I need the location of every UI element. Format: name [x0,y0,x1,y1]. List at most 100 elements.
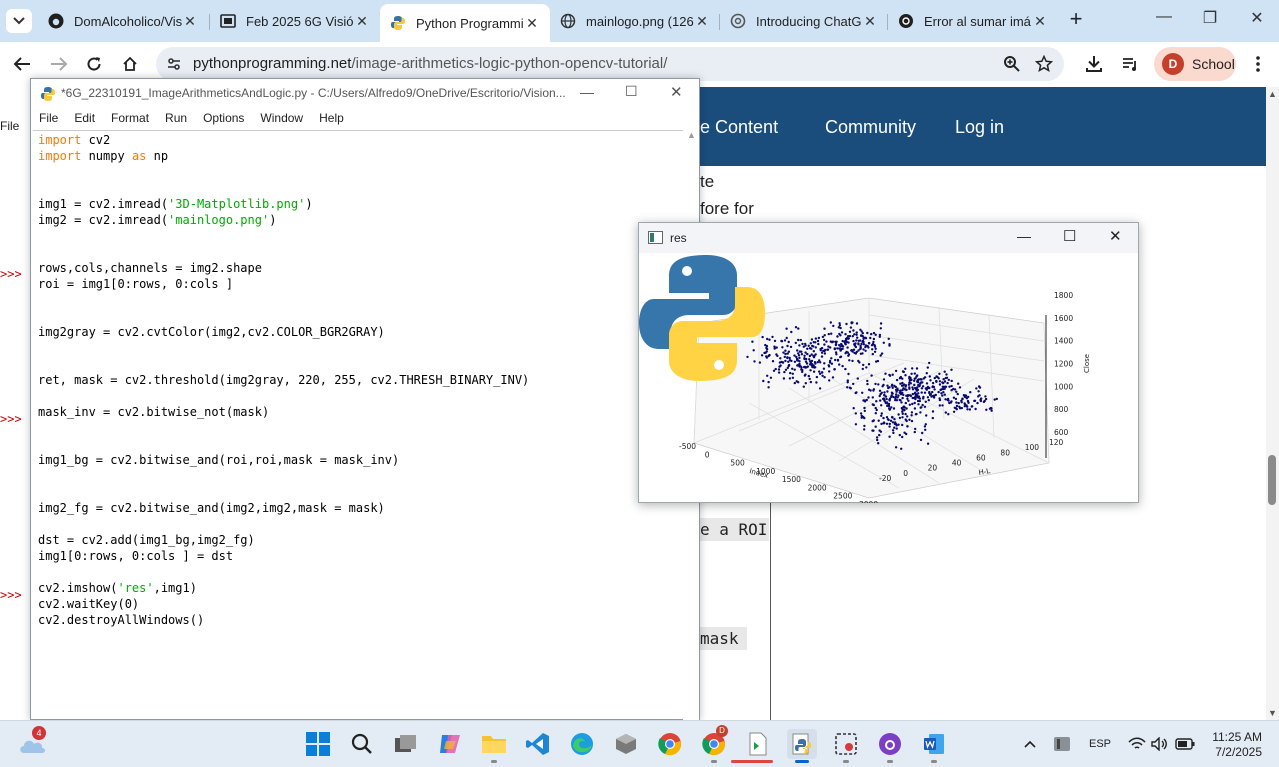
scatter-point [920,387,924,390]
word-icon [924,734,944,754]
home-button[interactable] [117,52,143,76]
back-button[interactable] [9,52,35,76]
res-title-bar[interactable]: res — ☐ ✕ [639,223,1138,253]
scatter-point [941,404,944,407]
scatter-point [796,349,799,352]
scatter-point [800,350,803,353]
y-tick-label: -20 [879,474,891,483]
code-editor[interactable]: import cv2 import numpy as np img1 = cv2… [33,130,683,720]
tab-slides[interactable]: Feb 2025 6G Visión ✕ [210,6,380,36]
menu-help[interactable]: Help [311,109,352,129]
virtualbox-button[interactable] [611,729,641,759]
close-icon[interactable]: ✕ [354,13,370,30]
address-bar[interactable]: pythonprogramming.net/image-arithmetics-… [156,47,1064,81]
browser-menu-button[interactable] [1245,52,1271,76]
scatter-point [766,374,769,377]
url-text[interactable]: pythonprogramming.net/image-arithmetics-… [193,55,667,72]
maximize-button[interactable]: ☐ [1063,227,1076,245]
nav-link-content[interactable]: he Content [690,117,778,138]
copilot-button[interactable] [435,729,465,759]
wifi-status[interactable] [1124,729,1150,759]
scroll-up-icon[interactable]: ▲ [687,130,696,140]
page-scrollbar[interactable]: ▲ ▼ [1266,87,1279,720]
scatter-point [772,369,776,372]
show-hidden-icons-button[interactable] [1015,729,1045,759]
github-desktop-button[interactable] [875,729,905,759]
forward-button[interactable] [46,52,72,76]
menu-window[interactable]: Window [252,109,311,129]
scatter-point [877,419,880,422]
tab-github[interactable]: DomAlcoholico/Vis ✕ [38,6,208,36]
restore-button[interactable]: ❐ [1190,8,1230,32]
tab-error-al-sumar[interactable]: Error al sumar imá ✕ [888,6,1058,36]
menu-edit[interactable]: Edit [66,109,103,129]
scroll-down-icon[interactable]: ▼ [1268,708,1277,718]
close-window-button[interactable]: ✕ [670,83,683,101]
edge-button[interactable] [567,729,597,759]
minimize-button[interactable]: — [1144,8,1184,32]
scatter-point [781,346,784,349]
menu-file[interactable]: File [31,109,66,129]
word-button[interactable] [919,729,949,759]
start-button[interactable] [303,729,333,759]
code-line: img1 = cv2.imread('3D-Matplotlib.png') [38,196,313,212]
reload-button[interactable] [81,52,107,76]
close-icon[interactable]: ✕ [862,13,878,30]
menu-run[interactable]: Run [157,109,195,129]
idle-title-bar[interactable]: *6G_22310191_ImageArithmeticsAndLogic.py… [31,79,699,109]
snipping-tool-button[interactable] [831,729,861,759]
close-icon[interactable]: ✕ [524,15,540,32]
close-window-button[interactable]: ✕ [1237,8,1277,32]
scatter-point [820,351,824,354]
minimize-button[interactable]: — [580,84,594,100]
scatter-point [911,402,914,406]
scroll-up-icon[interactable]: ▲ [1268,89,1277,99]
maximize-button[interactable]: ☐ [625,83,638,100]
tray-app-button[interactable] [1047,729,1077,759]
downloads-button[interactable] [1081,52,1107,76]
x-tick-label: 0 [705,450,710,459]
new-tab-button[interactable]: + [1064,8,1088,32]
close-icon[interactable]: ✕ [1032,13,1048,30]
scatter-point [921,385,925,388]
language-indicator[interactable]: ESP [1089,738,1111,750]
tab-python-programming[interactable]: Python Programmi ✕ [380,4,550,42]
search-button[interactable] [347,729,377,759]
close-window-button[interactable]: ✕ [1109,227,1122,245]
scatter-point [964,394,968,397]
profile-button[interactable]: D School [1154,47,1236,81]
idle-shell-window: File >>> >>> >>> [0,87,32,720]
nav-link-login[interactable]: Log in [955,117,1004,138]
close-icon[interactable]: ✕ [182,13,198,30]
scatter-point [830,332,833,335]
tab-search-button[interactable] [6,9,32,33]
terminal-button[interactable] [743,729,773,759]
z-tick-label: 1000 [1054,382,1073,391]
tab-introducing-chatgpt[interactable]: Introducing ChatG ✕ [720,6,888,36]
menu-format[interactable]: Format [103,109,157,129]
scatter-point [894,422,898,426]
page-scrollbar-thumb[interactable] [1268,455,1276,505]
system-clock[interactable]: 11:25 AM 7/2/2025 [1200,730,1262,760]
site-info-icon[interactable] [166,56,182,77]
vscode-button[interactable] [523,729,553,759]
close-icon[interactable]: ✕ [694,13,710,30]
bookmark-star-icon[interactable] [1034,54,1054,78]
chrome-profile-button[interactable]: D [699,725,729,759]
volume-status[interactable] [1148,729,1172,759]
zoom-icon[interactable] [1003,55,1021,78]
python-idle-button[interactable] [787,729,817,759]
menu-options[interactable]: Options [195,109,252,129]
file-explorer-button[interactable] [479,729,509,759]
scatter-point [926,366,929,369]
media-controls-button[interactable] [1118,52,1144,76]
shell-menu-file[interactable]: File [0,119,19,133]
chrome-button[interactable] [655,729,685,759]
tab-mainlogo[interactable]: mainlogo.png (126 ✕ [550,6,720,36]
scatter-point [887,418,890,422]
minimize-button[interactable]: — [1017,228,1031,244]
nav-link-community[interactable]: Community [825,117,916,138]
task-view-button[interactable] [391,729,421,759]
battery-status[interactable] [1172,729,1198,759]
weather-widget[interactable]: 4 [17,726,47,759]
